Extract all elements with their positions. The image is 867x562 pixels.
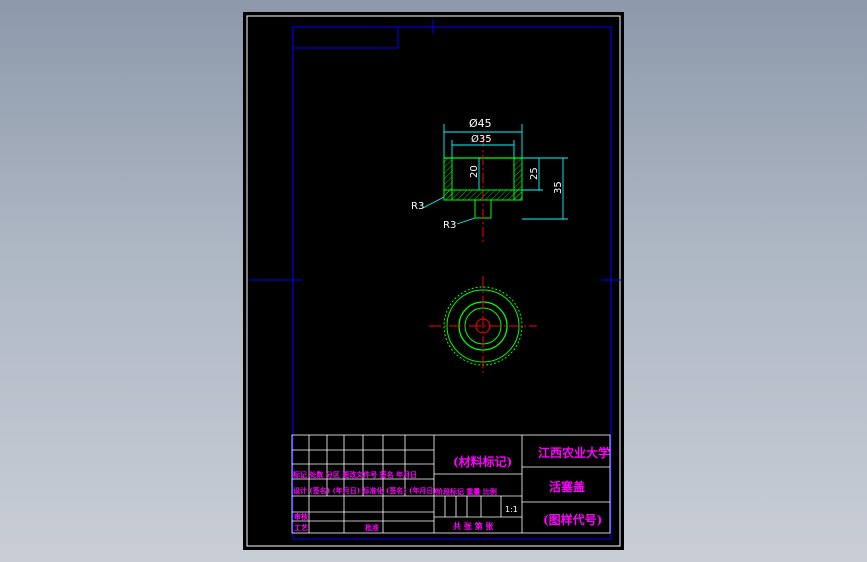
dim-fillet-left: R3 bbox=[411, 201, 424, 212]
approve-label: 批准 bbox=[365, 523, 379, 532]
revision-header: 标记 处数 分区 更改文件号 签名 年月日 bbox=[292, 470, 417, 479]
cad-drawing: Ø45 Ø35 20 25 35 R3 R3 (材料标记) 江西农业大学 活塞盖… bbox=[246, 15, 621, 547]
drawing-viewport[interactable]: Ø45 Ø35 20 25 35 R3 R3 (材料标记) 江西农业大学 活塞盖… bbox=[243, 12, 624, 550]
stage-header: 阶段标记 重量 比例 bbox=[436, 487, 497, 496]
code-box bbox=[293, 27, 399, 49]
scale-value: 1:1 bbox=[505, 505, 518, 514]
sheet-count: 共 张 第 张 bbox=[453, 521, 494, 531]
dim-fillet-bottom: R3 bbox=[443, 220, 456, 231]
top-view bbox=[429, 276, 537, 376]
drawing-frame bbox=[292, 26, 612, 540]
dim-outer-diameter: Ø45 bbox=[469, 117, 492, 130]
dim-total-height: 35 bbox=[553, 181, 564, 194]
review-label: 审核 bbox=[294, 512, 308, 521]
dim-inner-depth: 20 bbox=[469, 165, 480, 178]
sheet-border bbox=[246, 15, 621, 547]
drawing-code: (图样代号) bbox=[543, 512, 602, 527]
material-mark: (材料标记) bbox=[453, 454, 512, 469]
dim-inner-diameter: Ø35 bbox=[471, 133, 492, 145]
design-header: 设计 (签名) (年月日) 标准化 (签名) (年月日) bbox=[293, 486, 437, 495]
dim-wall-height: 25 bbox=[529, 167, 540, 180]
process-label: 工艺 bbox=[294, 523, 308, 532]
part-name: 活塞盖 bbox=[549, 479, 585, 494]
university-name: 江西农业大学 bbox=[538, 445, 610, 460]
